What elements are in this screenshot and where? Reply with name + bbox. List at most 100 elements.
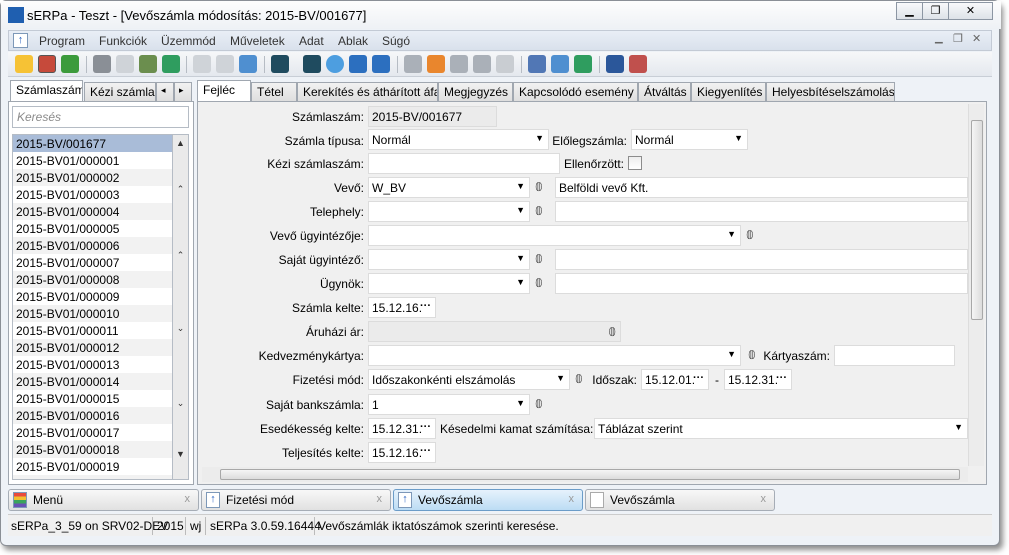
fizetesi-mod-select[interactable]: Időszakonkénti elszámolás ▼	[368, 369, 570, 390]
paperclip-icon[interactable]: 𝟘	[608, 325, 616, 339]
search-input[interactable]: Keresés	[12, 106, 189, 128]
attachment-icon[interactable]	[139, 55, 157, 73]
date-picker-icon[interactable]: ···	[420, 300, 431, 312]
list-item[interactable]: 2015-BV01/000012	[13, 339, 172, 356]
mail-icon[interactable]	[551, 55, 569, 73]
close-tab-icon[interactable]: x	[185, 493, 191, 505]
menu-program[interactable]: Program	[39, 34, 85, 48]
ugynok-select[interactable]: ▼	[368, 273, 530, 294]
save-refresh-icon[interactable]	[239, 55, 257, 73]
edit-icon[interactable]	[38, 55, 56, 73]
teljesites-date[interactable]: 15.12.16. ···	[368, 442, 436, 463]
menu-uzemmod[interactable]: Üzemmód	[161, 34, 216, 48]
mdi-close-button[interactable]: ✕	[972, 32, 981, 45]
sajat_ugyintezo-select[interactable]: ▼	[368, 249, 530, 270]
date-picker-icon[interactable]: ···	[776, 372, 787, 384]
move-left-icon[interactable]	[450, 55, 468, 73]
list-item[interactable]: 2015-BV01/000017	[13, 424, 172, 441]
list-item[interactable]: 2015-BV01/000003	[13, 186, 172, 203]
menu-adat[interactable]: Adat	[299, 34, 324, 48]
bankszamla-select[interactable]: 1 ▼	[368, 394, 530, 415]
tab-scroll-right-button[interactable]: ▸	[174, 82, 192, 101]
list-item[interactable]: 2015-BV01/000013	[13, 356, 172, 373]
tab-0[interactable]: Fejléc	[197, 80, 251, 102]
cancel-icon[interactable]	[216, 55, 234, 73]
tab-kezi-szamlaszam[interactable]: Kézi számlaszám	[84, 82, 156, 101]
window-tab-menu[interactable]: Menü x	[8, 489, 199, 511]
list-item[interactable]: 2015-BV01/000001	[13, 152, 172, 169]
help-icon[interactable]	[496, 55, 514, 73]
search-icon[interactable]	[326, 55, 344, 73]
menu-sugo[interactable]: Súgó	[382, 34, 410, 48]
tab-5[interactable]: Átváltás	[638, 82, 691, 101]
szamla-kelte-date[interactable]: 15.12.16. ···	[368, 297, 436, 318]
idoszak-from-date[interactable]: 15.12.01. ···	[641, 369, 709, 390]
save-icon[interactable]	[193, 55, 211, 73]
paperclip-icon[interactable]: 𝟘	[535, 180, 543, 194]
down-icon[interactable]	[372, 55, 390, 73]
tab-szamlaszam[interactable]: Számlaszám	[10, 80, 83, 102]
eloleg-select[interactable]: Normál ▼	[631, 129, 748, 150]
tab-2[interactable]: Kerekítés és áthárított áfa	[297, 82, 438, 101]
list-item[interactable]: 2015-BV01/000020	[13, 475, 172, 479]
date-picker-icon[interactable]: ···	[420, 445, 431, 457]
call-icon[interactable]	[574, 55, 592, 73]
calculator-icon[interactable]	[528, 55, 546, 73]
favorite-icon[interactable]	[15, 55, 33, 73]
report-icon[interactable]	[629, 55, 647, 73]
export-icon[interactable]	[116, 55, 134, 73]
ellenorzott-checkbox[interactable]	[628, 156, 642, 170]
date-picker-icon[interactable]: ···	[420, 421, 431, 433]
list-item[interactable]: 2015-BV01/000010	[13, 305, 172, 322]
mdi-minimize-button[interactable]: ▁	[935, 33, 943, 44]
list-item[interactable]: 2015-BV/001677	[13, 135, 172, 152]
telephely-select[interactable]: ▼	[368, 201, 530, 222]
close-button[interactable]: ✕	[948, 2, 993, 20]
close-tab-icon[interactable]: x	[569, 493, 575, 505]
paperclip-icon[interactable]: 𝟘	[748, 348, 756, 362]
refresh-icon[interactable]	[61, 55, 79, 73]
mdi-restore-button[interactable]: ❐	[953, 32, 963, 45]
esedekesseg-date[interactable]: 15.12.31. ···	[368, 418, 436, 439]
tab-7[interactable]: Helyesbítéselszámolás	[766, 82, 895, 101]
list-item[interactable]: 2015-BV01/000006	[13, 237, 172, 254]
restore-button[interactable]: ❐	[922, 2, 949, 20]
date-picker-icon[interactable]: ···	[693, 372, 704, 384]
form-horizontal-scrollbar[interactable]	[202, 467, 968, 482]
close-tab-icon[interactable]: x	[377, 493, 383, 505]
filter-clear-icon[interactable]	[303, 55, 321, 73]
up-icon[interactable]	[349, 55, 367, 73]
list-item[interactable]: 2015-BV01/000019	[13, 458, 172, 475]
kartyaszam-input[interactable]	[834, 345, 955, 366]
list-item[interactable]: 2015-BV01/000016	[13, 407, 172, 424]
tab-3[interactable]: Megjegyzés	[438, 82, 513, 101]
menu-ablak[interactable]: Ablak	[338, 34, 368, 48]
indent-icon[interactable]	[404, 55, 422, 73]
window-tab-vevoszamla-active[interactable]: ↑ Vevőszámla x	[393, 489, 583, 511]
window-tab-vevoszamla[interactable]: Vevőszámla x	[585, 489, 775, 511]
list-item[interactable]: 2015-BV01/000011	[13, 322, 172, 339]
list-item[interactable]: 2015-BV01/000002	[13, 169, 172, 186]
kezi-szamlaszam-input[interactable]	[368, 153, 560, 174]
list-item[interactable]: 2015-BV01/000008	[13, 271, 172, 288]
tab-1[interactable]: Tétel	[251, 82, 297, 101]
close-tab-icon[interactable]: x	[761, 493, 767, 505]
paperclip-icon[interactable]: 𝟘	[746, 228, 754, 242]
szamla-tipusa-select[interactable]: Normál ▼	[368, 129, 549, 150]
menu-muveletek[interactable]: Műveletek	[230, 34, 285, 48]
idoszak-to-date[interactable]: 15.12.31. ···	[724, 369, 792, 390]
list-item[interactable]: 2015-BV01/000004	[13, 203, 172, 220]
tab-4[interactable]: Kapcsolódó esemény	[513, 82, 638, 101]
list-item[interactable]: 2015-BV01/000009	[13, 288, 172, 305]
filter-icon[interactable]	[271, 55, 289, 73]
list-item[interactable]: 2015-BV01/000007	[13, 254, 172, 271]
move-right-icon[interactable]	[473, 55, 491, 73]
phone-icon[interactable]	[162, 55, 180, 73]
tab-scroll-left-button[interactable]: ◂	[156, 82, 174, 101]
list-item[interactable]: 2015-BV01/000005	[13, 220, 172, 237]
list-item[interactable]: 2015-BV01/000018	[13, 441, 172, 458]
print-icon[interactable]	[93, 55, 111, 73]
paperclip-icon[interactable]: 𝟘	[535, 252, 543, 266]
note-icon[interactable]	[427, 55, 445, 73]
paperclip-icon[interactable]: 𝟘	[535, 276, 543, 290]
